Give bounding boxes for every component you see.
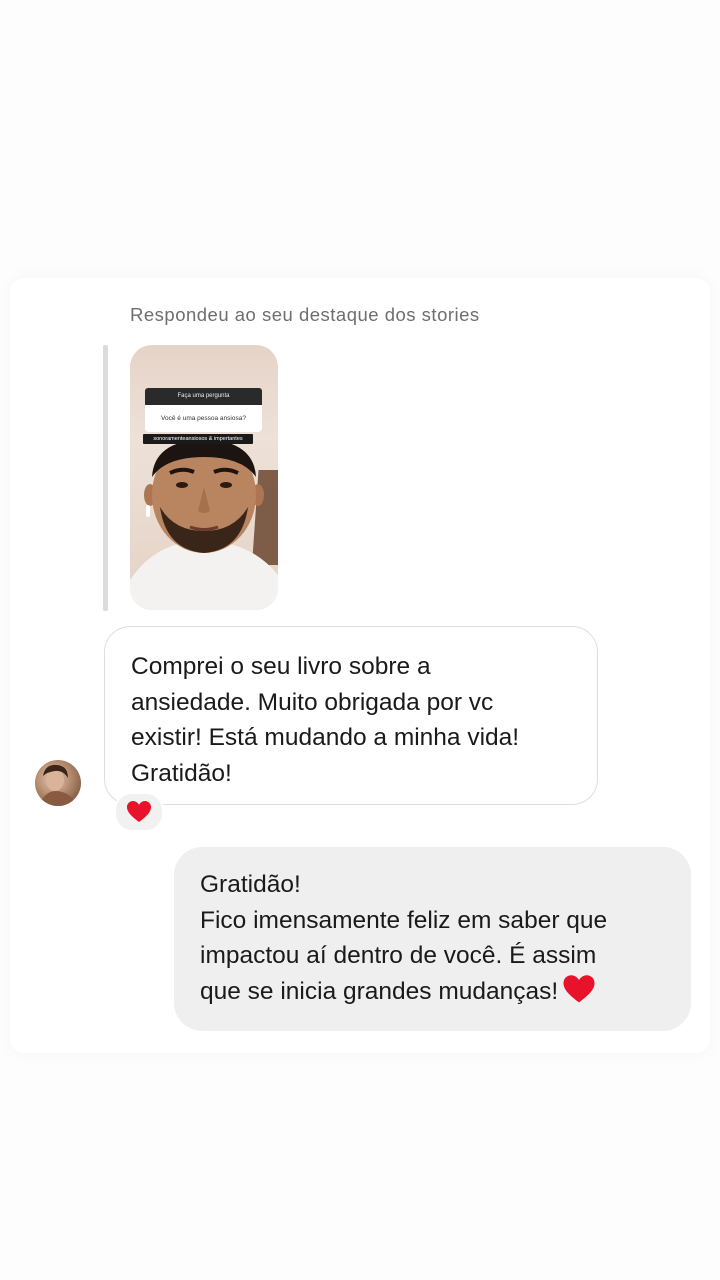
story-caption: sonoramenteansiosos & impertantes xyxy=(143,434,253,444)
outgoing-message-last-line: que se inicia grandes mudanças! xyxy=(200,974,667,1010)
heart-icon xyxy=(127,801,151,822)
incoming-message-line: Gratidão! xyxy=(131,759,232,787)
story-person-image xyxy=(130,437,278,610)
incoming-message-line: existir! Está mudando a minha vida! xyxy=(131,724,520,751)
incoming-message-bubble[interactable]: Comprei o seu livro sobre a ansiedade. M… xyxy=(104,626,598,805)
story-thumbnail[interactable]: Faça uma pergunta Você é uma pessoa ansi… xyxy=(130,345,278,610)
story-question-header: Faça uma pergunta xyxy=(145,388,262,405)
incoming-message-line: ansiedade. Muito obrigada por vc xyxy=(131,688,494,716)
outgoing-message-line: que se inicia grandes mudanças! xyxy=(200,977,559,1005)
story-reply-label: Respondeu ao seu destaque dos stories xyxy=(130,304,480,325)
avatar-photo xyxy=(39,764,77,806)
outgoing-message-line: impactou aí dentro de você. É assim xyxy=(200,942,597,969)
sender-avatar[interactable] xyxy=(35,760,81,806)
incoming-message-line: Comprei o seu livro sobre a xyxy=(131,653,431,680)
heart-reaction[interactable] xyxy=(114,792,164,832)
outgoing-message-line: Fico imensamente feliz em saber que xyxy=(200,906,608,934)
outgoing-message-bubble[interactable]: Gratidão! Fico imensamente feliz em sabe… xyxy=(174,847,691,1031)
outgoing-message-line: Gratidão! xyxy=(200,871,301,898)
story-question-sticker: Você é uma pessoa ansiosa? xyxy=(145,405,262,432)
heart-icon xyxy=(563,974,595,1002)
quote-bar xyxy=(103,345,108,611)
